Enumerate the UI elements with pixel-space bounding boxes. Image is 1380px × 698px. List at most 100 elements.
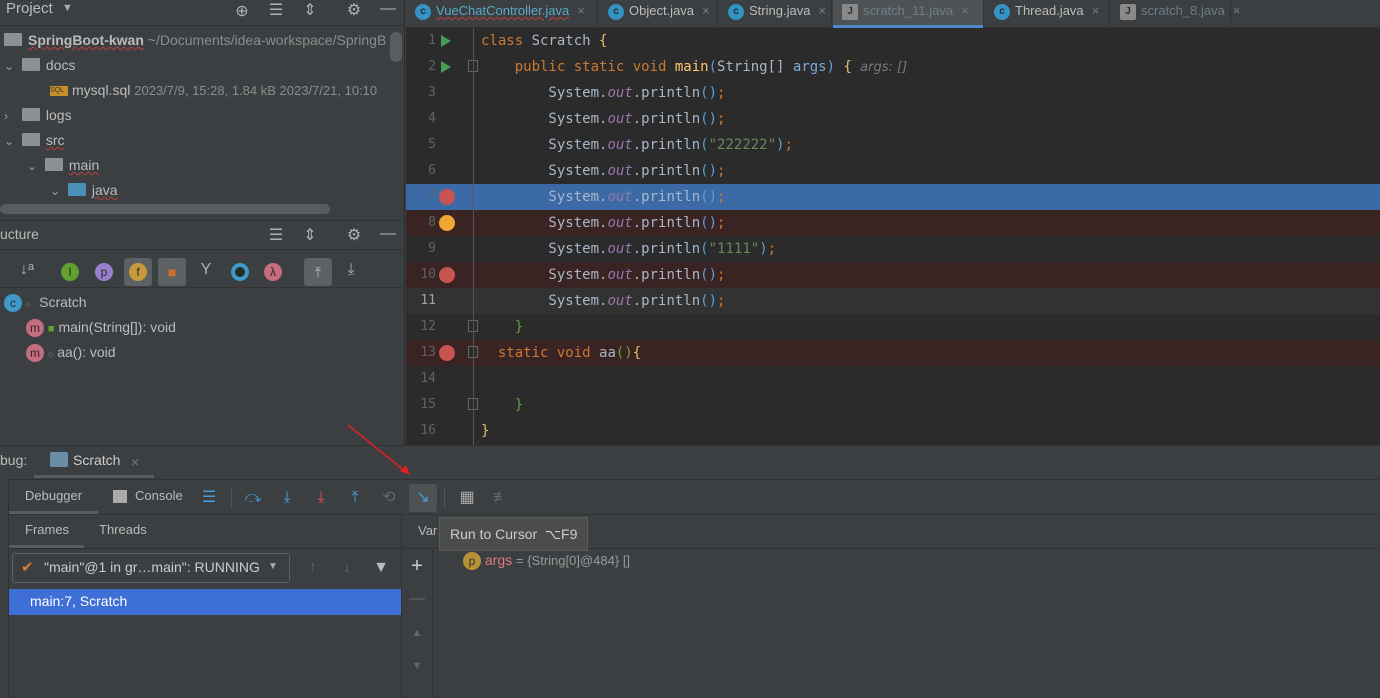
- line-number[interactable]: 15: [406, 392, 436, 418]
- chevron-icon[interactable]: ⌄: [27, 154, 41, 179]
- code-line[interactable]: 8 System.out.println();: [406, 210, 1380, 236]
- tab-threads[interactable]: Threads: [90, 515, 160, 548]
- breakpoint-icon[interactable]: [439, 267, 455, 283]
- expand-all-icon[interactable]: ☰: [265, 0, 287, 20]
- tab-console[interactable]: Console: [110, 480, 190, 514]
- line-number[interactable]: 2: [406, 54, 436, 80]
- autoscroll-from-source-icon[interactable]: ⤓: [340, 261, 362, 279]
- gear-icon[interactable]: ⚙: [343, 225, 365, 245]
- line-number[interactable]: 3: [406, 80, 436, 106]
- remove-watch-icon[interactable]: —: [405, 587, 429, 611]
- line-number[interactable]: 4: [406, 106, 436, 132]
- code-line[interactable]: 14: [406, 366, 1380, 392]
- tree-item-logs[interactable]: › logs: [4, 103, 72, 128]
- anonymous-classes-icon[interactable]: Y: [195, 261, 217, 279]
- tree-item-java[interactable]: ⌄ java: [50, 178, 118, 203]
- close-icon[interactable]: ×: [961, 3, 969, 18]
- editor[interactable]: c VueChatController.java × c Object.java × c St…: [406, 0, 1380, 445]
- fields-toggle[interactable]: f: [124, 258, 152, 286]
- lock-icon[interactable]: ■: [158, 258, 186, 286]
- line-number[interactable]: 1: [406, 28, 436, 54]
- tree-item-docs[interactable]: ⌄ docs: [4, 53, 75, 78]
- close-icon[interactable]: ×: [1092, 3, 1100, 18]
- chevron-down-icon[interactable]: ▼: [62, 2, 73, 14]
- code-line[interactable]: 11 System.out.println();: [406, 288, 1380, 314]
- code-line[interactable]: 16}: [406, 418, 1380, 444]
- code-line[interactable]: 2 public static void main(String[] args)…: [406, 54, 1380, 80]
- code-line[interactable]: 3 System.out.println();: [406, 80, 1380, 106]
- chevron-icon[interactable]: ⌄: [4, 129, 18, 154]
- horizontal-scrollbar[interactable]: [0, 204, 330, 214]
- line-number[interactable]: 12: [406, 314, 436, 340]
- force-step-into-icon[interactable]: ⤓: [309, 486, 333, 510]
- structure-class[interactable]: c ○ Scratch: [4, 290, 87, 315]
- step-into-icon[interactable]: ⤓: [275, 486, 299, 510]
- expand-all-icon[interactable]: ☰: [265, 225, 287, 245]
- trace-icon[interactable]: ≢: [489, 486, 513, 510]
- variables-tab[interactable]: Var: [418, 523, 437, 538]
- lambda-icon[interactable]: λ: [264, 263, 282, 281]
- code-line[interactable]: 15 }: [406, 392, 1380, 418]
- line-number[interactable]: 11: [406, 288, 436, 314]
- code-area[interactable]: 1 class Scratch {2 public static void mai…: [406, 28, 1380, 445]
- code-line[interactable]: 9 System.out.println("1111");: [406, 236, 1380, 262]
- step-out-icon[interactable]: ⤒: [343, 486, 367, 510]
- tab-object-java[interactable]: c Object.java ×: [599, 0, 718, 28]
- sort-alpha-icon[interactable]: ↓ᵃ: [16, 261, 38, 279]
- minimize-icon[interactable]: —: [377, 225, 399, 243]
- move-down-icon[interactable]: ▼: [405, 654, 429, 678]
- close-icon[interactable]: ×: [818, 3, 826, 18]
- run-icon[interactable]: [441, 35, 451, 47]
- minimize-icon[interactable]: —: [377, 0, 399, 18]
- run-icon[interactable]: [441, 61, 451, 73]
- inherited-icon[interactable]: I: [61, 263, 79, 281]
- line-number[interactable]: 13: [406, 340, 436, 366]
- filter-icon[interactable]: ▼: [369, 556, 393, 580]
- next-frame-icon[interactable]: ↓: [335, 556, 359, 580]
- lambda-circle-icon[interactable]: [231, 263, 249, 281]
- tree-root[interactable]: SpringBoot-kwan ~/Documents/idea-workspa…: [4, 28, 386, 53]
- layout-icon[interactable]: ☰: [197, 486, 221, 510]
- autoscroll-to-source-icon[interactable]: ⤒: [304, 258, 332, 286]
- structure-member[interactable]: m ○ aa(): void: [26, 340, 116, 365]
- line-number[interactable]: 6: [406, 158, 436, 184]
- chevron-icon[interactable]: ›: [4, 104, 18, 129]
- tab-string-java[interactable]: c String.java ×: [719, 0, 832, 28]
- evaluate-expression-icon[interactable]: ▦: [455, 486, 479, 510]
- code-line[interactable]: 4 System.out.println();: [406, 106, 1380, 132]
- structure-member[interactable]: m ■ main(String[]): void: [26, 315, 176, 340]
- close-icon[interactable]: ×: [577, 3, 585, 18]
- code-line[interactable]: 6 System.out.println();: [406, 158, 1380, 184]
- line-number[interactable]: 14: [406, 366, 436, 392]
- add-watch-icon[interactable]: +: [405, 554, 429, 578]
- drop-frame-icon[interactable]: ⟲: [377, 486, 401, 510]
- run-to-cursor-icon[interactable]: ↘: [409, 484, 437, 512]
- chevron-icon[interactable]: ⌄: [50, 179, 64, 204]
- tab-frames[interactable]: Frames: [9, 515, 84, 548]
- tree-item-main[interactable]: ⌄ main: [27, 153, 99, 178]
- close-icon[interactable]: ×: [1233, 3, 1241, 18]
- code-line[interactable]: 12 }: [406, 314, 1380, 340]
- tree-item-src[interactable]: ⌄ src: [4, 128, 65, 153]
- breakpoint-icon[interactable]: [439, 345, 455, 361]
- frame-row-selected[interactable]: main:7, Scratch: [9, 589, 402, 615]
- gear-icon[interactable]: ⚙: [343, 0, 365, 20]
- step-over-icon[interactable]: ⤼: [241, 486, 265, 510]
- line-number[interactable]: 5: [406, 132, 436, 158]
- line-number[interactable]: 7: [406, 184, 436, 210]
- project-title[interactable]: Project: [6, 0, 53, 17]
- close-icon[interactable]: ×: [131, 454, 139, 470]
- vertical-scrollbar[interactable]: [390, 32, 402, 62]
- collapse-all-icon[interactable]: ⇕: [299, 225, 321, 245]
- code-line[interactable]: 7 System.out.println();: [406, 184, 1380, 210]
- previous-frame-icon[interactable]: ↑: [301, 556, 325, 580]
- code-line[interactable]: 10 System.out.println();: [406, 262, 1380, 288]
- properties-icon[interactable]: p: [95, 263, 113, 281]
- breakpoint-icon[interactable]: [439, 189, 455, 205]
- line-number[interactable]: 10: [406, 262, 436, 288]
- locate-icon[interactable]: ⊕: [231, 1, 253, 21]
- tab-vuechatcontroller-java[interactable]: c VueChatController.java ×: [406, 0, 598, 28]
- code-line[interactable]: 13 static void aa(){: [406, 340, 1380, 366]
- tab-debugger[interactable]: Debugger: [9, 480, 98, 514]
- variable-row[interactable]: p args = {String[0]@484} []: [463, 552, 630, 571]
